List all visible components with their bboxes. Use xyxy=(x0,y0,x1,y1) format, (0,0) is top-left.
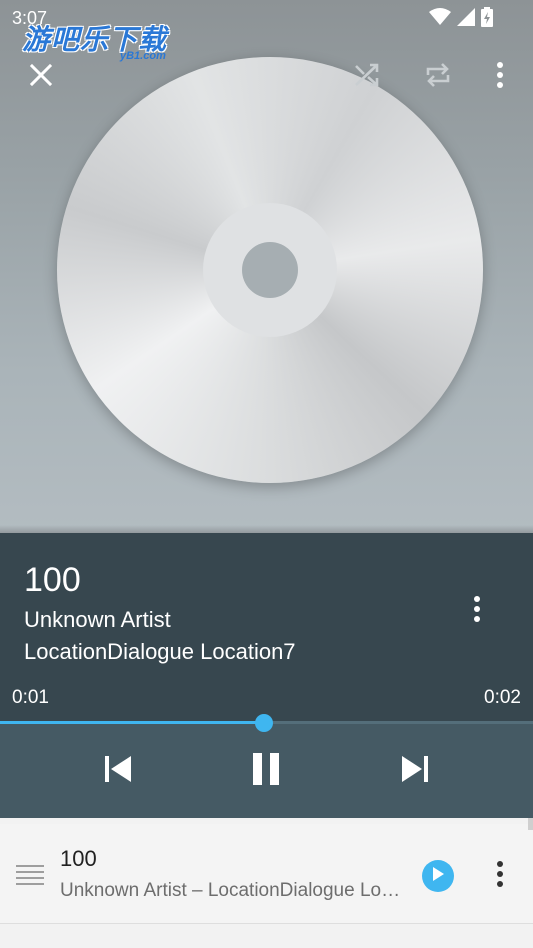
scrollbar[interactable] xyxy=(528,818,533,830)
more-vert-icon xyxy=(496,860,504,892)
shuffle-button[interactable] xyxy=(347,57,387,97)
pause-button[interactable] xyxy=(242,747,290,795)
seek-thumb[interactable] xyxy=(254,714,273,732)
seek-progress xyxy=(0,721,264,724)
watermark-sub: yB1.com xyxy=(120,50,166,62)
more-options-button[interactable] xyxy=(480,57,520,97)
disc-hole xyxy=(242,242,298,298)
track-artist: Unknown Artist xyxy=(24,607,171,632)
seek-bar[interactable] xyxy=(0,714,533,732)
playback-controls xyxy=(0,723,533,818)
shuffle-icon xyxy=(354,63,380,92)
queue-item-options-button[interactable] xyxy=(480,856,520,896)
album-art-disc xyxy=(57,57,483,483)
play-queue: 100 Unknown Artist – LocationDialogue Lo… xyxy=(0,818,533,948)
status-icons xyxy=(429,7,493,32)
total-time: 0:02 xyxy=(484,687,521,708)
previous-button[interactable] xyxy=(94,747,142,795)
play-icon xyxy=(432,866,444,886)
now-playing-info: 100 Unknown Artist LocationDialogue Loca… xyxy=(0,533,533,723)
queue-item-play-button[interactable] xyxy=(422,860,454,892)
more-vert-icon xyxy=(496,61,504,93)
close-button[interactable] xyxy=(21,57,61,97)
pause-icon xyxy=(251,752,281,790)
album-art-area: 3:07 游吧乐下载 yB1.com xyxy=(0,0,533,533)
queue-item[interactable]: 100 Unknown Artist – LocationDialogue Lo… xyxy=(0,824,533,924)
battery-charging-icon xyxy=(481,7,493,32)
more-vert-icon xyxy=(473,595,481,627)
queue-item-subtitle: Unknown Artist – LocationDialogue Locati… xyxy=(60,880,408,901)
track-album: LocationDialogue Location7 xyxy=(24,639,296,664)
track-options-button[interactable] xyxy=(457,591,497,631)
skip-previous-icon xyxy=(103,755,133,788)
repeat-button[interactable] xyxy=(418,57,458,97)
skip-next-icon xyxy=(400,755,430,788)
wifi-icon xyxy=(429,8,451,31)
drag-handle-icon[interactable] xyxy=(16,864,44,886)
next-button[interactable] xyxy=(391,747,439,795)
close-icon xyxy=(29,63,53,91)
current-time: 0:01 xyxy=(12,687,49,708)
repeat-icon xyxy=(424,62,452,93)
cell-signal-icon xyxy=(457,8,475,31)
track-title: 100 xyxy=(24,561,81,599)
queue-item-title: 100 xyxy=(60,846,97,871)
